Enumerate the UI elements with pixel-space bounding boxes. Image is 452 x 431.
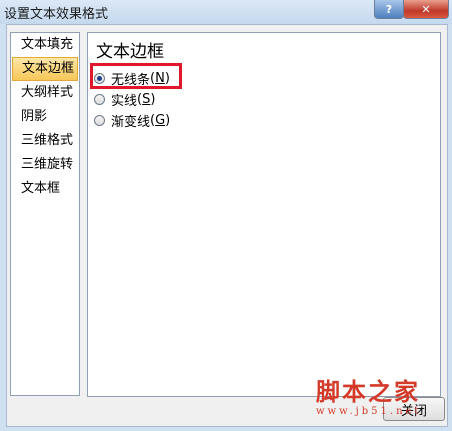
sidebar-item-text-box[interactable]: 文本框 bbox=[11, 177, 79, 201]
sidebar-item-3d-rotation[interactable]: 三维旋转 bbox=[11, 153, 79, 177]
option-no-line-label: 无线条 bbox=[111, 73, 151, 88]
category-list: 文本填充 文本边框 大纲样式 阴影 三维格式 三维旋转 文本框 bbox=[10, 32, 80, 396]
option-solid-line-key: (S) bbox=[137, 92, 156, 107]
option-gradient-line-label: 渐变线 bbox=[111, 115, 151, 130]
sidebar-item-text-fill[interactable]: 文本填充 bbox=[11, 33, 79, 57]
title-bar: 设置文本效果格式 ? ✕ bbox=[0, 0, 452, 24]
option-solid-line[interactable]: 实线 (S) bbox=[94, 90, 155, 109]
option-solid-line-label: 实线 bbox=[111, 94, 138, 109]
panel-title: 文本边框 bbox=[96, 42, 164, 62]
sidebar-item-3d-format[interactable]: 三维格式 bbox=[11, 129, 79, 153]
watermark-text: 脚本之家 bbox=[316, 377, 420, 406]
sidebar-item-text-border[interactable]: 文本边框 bbox=[12, 57, 78, 81]
option-no-line[interactable]: 无线条 (N) bbox=[94, 69, 170, 88]
option-gradient-line[interactable]: 渐变线 (G) bbox=[94, 111, 170, 130]
sidebar-item-shadow[interactable]: 阴影 bbox=[11, 105, 79, 129]
radio-solid-line[interactable] bbox=[94, 94, 105, 105]
watermark-url: www.jb51.net bbox=[316, 406, 422, 417]
sidebar-item-outline-style[interactable]: 大纲样式 bbox=[11, 81, 79, 105]
radio-no-line[interactable] bbox=[94, 73, 105, 84]
settings-panel: 文本边框 无线条 (N) 实线 (S) 渐变线 (G) bbox=[87, 32, 441, 397]
radio-gradient-line[interactable] bbox=[94, 115, 105, 126]
option-no-line-key: (N) bbox=[150, 71, 170, 86]
watermark-logo: 脚本之家 www.jb51.net bbox=[316, 378, 446, 424]
window-title: 设置文本效果格式 bbox=[4, 7, 109, 22]
window-close-button[interactable]: ✕ bbox=[403, 0, 449, 19]
option-gradient-line-key: (G) bbox=[150, 113, 171, 128]
help-button[interactable]: ? bbox=[374, 0, 404, 19]
dialog-body: 文本填充 文本边框 大纲样式 阴影 三维格式 三维旋转 文本框 文本边框 无线条… bbox=[6, 24, 448, 427]
